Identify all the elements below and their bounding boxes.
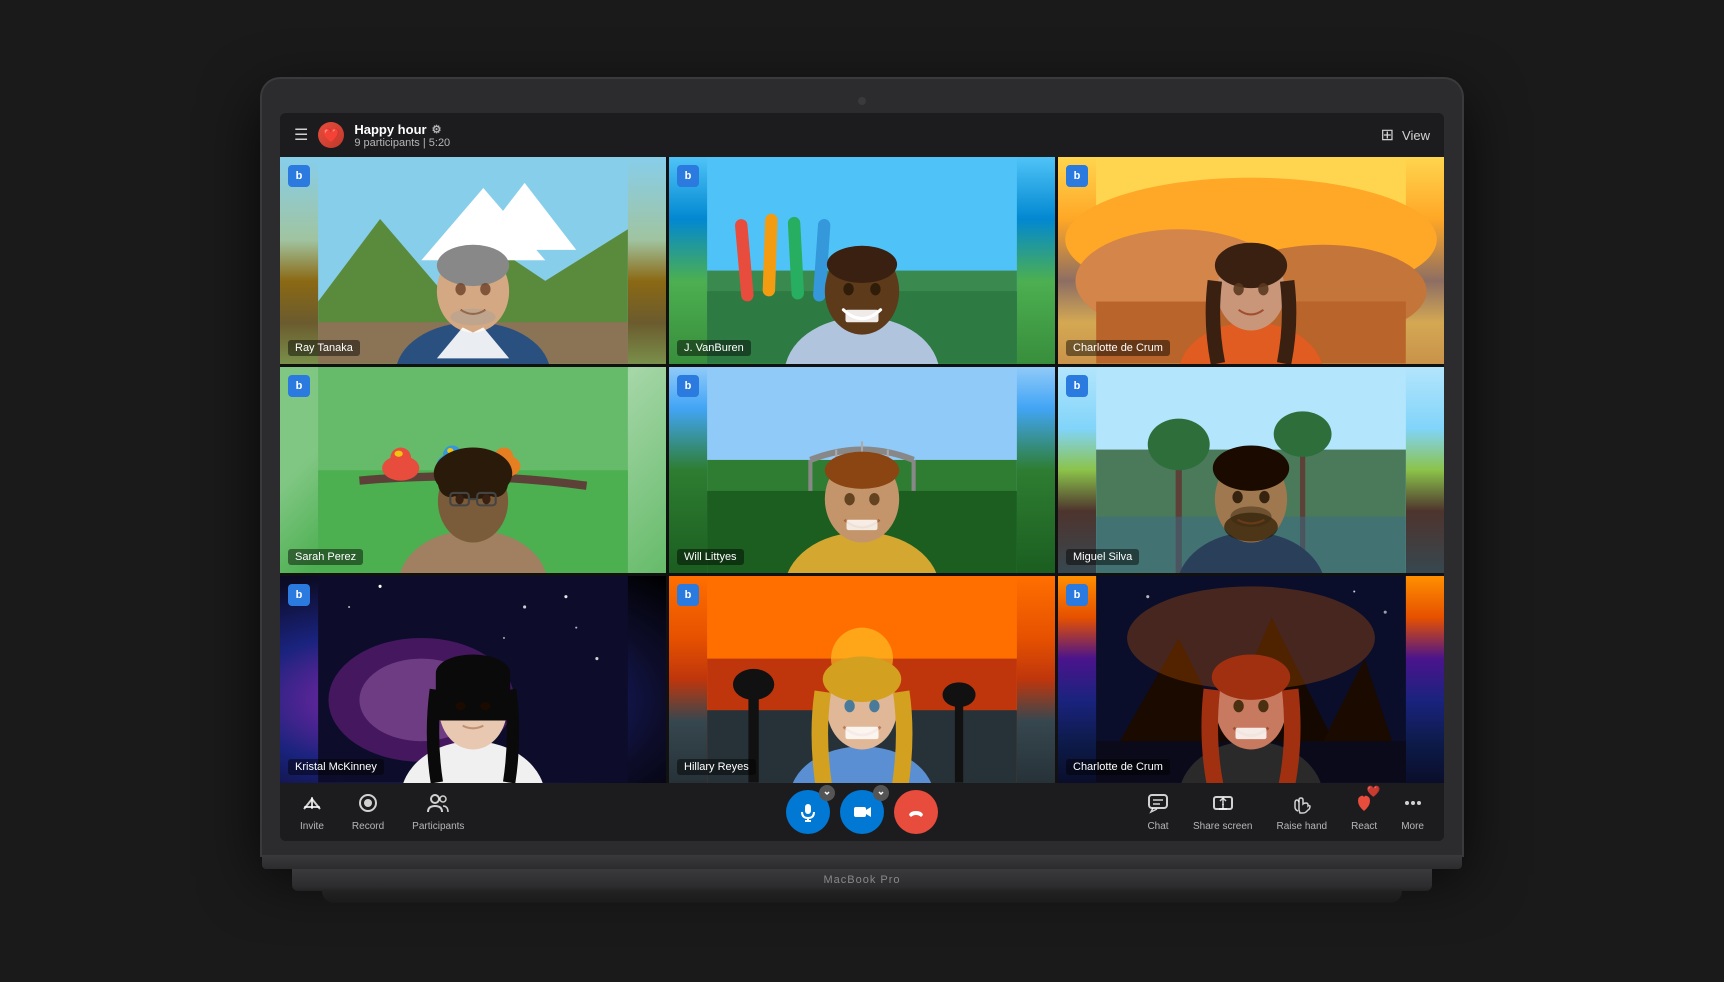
camera-chevron[interactable] [873,785,889,801]
invite-icon [301,792,323,818]
react-icon: ❤️ [1353,792,1375,818]
share-screen-button[interactable]: Share screen [1193,792,1252,832]
participants-icon [426,792,450,818]
participants-label: Participants [412,821,464,832]
meeting-info: Happy hour ⚙ 9 participants | 5:20 [354,122,450,149]
video-cell-miguel: b Miguel Silva [1058,367,1444,574]
screen: ☰ ❤️ Happy hour ⚙ 9 participants | 5:20 [280,113,1444,841]
top-bar: ☰ ❤️ Happy hour ⚙ 9 participants | 5:20 [280,113,1444,157]
participant-name-charlotte1: Charlotte de Crum [1066,340,1170,356]
video-cell-kristal: b Kristal McKinney [280,576,666,783]
video-cell-charlotte2: b Charlotte de Crum [1058,576,1444,783]
record-button[interactable]: Record [352,792,384,832]
toolbar-right: Chat Share screen [1147,792,1424,832]
top-bar-left: ☰ ❤️ Happy hour ⚙ 9 participants | 5:20 [294,122,450,149]
video-cell-will: b Will Littyes [669,367,1055,574]
bing-badge: b [1066,375,1088,397]
end-call-button[interactable] [894,790,938,834]
chat-label: Chat [1147,821,1168,832]
camera-button[interactable] [840,790,884,834]
video-grid: b Ray Tanaka [280,157,1444,783]
more-icon [1402,792,1424,818]
participant-name-vanburen: J. VanBuren [677,340,751,356]
bing-badge: b [1066,584,1088,606]
video-cell-vanburen: b J. VanBuren [669,157,1055,364]
share-screen-label: Share screen [1193,821,1252,832]
laptop-hinge [262,855,1462,869]
bing-badge: b [677,165,699,187]
participant-name-charlotte2: Charlotte de Crum [1066,759,1170,775]
toolbar-left: Invite Record [300,792,464,832]
mic-chevron[interactable] [819,785,835,801]
more-label: More [1401,821,1424,832]
hamburger-icon[interactable]: ☰ [294,125,308,145]
video-cell-sarah: b Sarah Perez [280,367,666,574]
screen-bezel: ☰ ❤️ Happy hour ⚙ 9 participants | 5:20 [262,79,1462,855]
more-button[interactable]: More [1401,792,1424,832]
share-screen-icon [1212,792,1234,818]
view-button[interactable]: ⊞ View [1381,125,1430,145]
bing-badge: b [677,584,699,606]
camera-dot [858,97,866,105]
grid-view-icon: ⊞ [1381,125,1394,145]
participant-name-miguel: Miguel Silva [1066,549,1139,565]
bing-badge: b [1066,165,1088,187]
react-label: React [1351,821,1377,832]
raise-hand-icon [1291,792,1313,818]
invite-button[interactable]: Invite [300,792,324,832]
participant-name-ray: Ray Tanaka [288,340,360,356]
laptop-brand-label: MacBook Pro [823,874,900,886]
bing-badge: b [288,165,310,187]
participant-name-kristal: Kristal McKinney [288,759,384,775]
participant-name-sarah: Sarah Perez [288,549,363,565]
meeting-title: Happy hour ⚙ [354,122,450,137]
meeting-meta: 9 participants | 5:20 [354,137,450,149]
react-button[interactable]: ❤️ React [1351,792,1377,832]
bing-badge: b [288,375,310,397]
raise-hand-label: Raise hand [1276,821,1327,832]
raise-hand-button[interactable]: Raise hand [1276,792,1327,832]
participants-button[interactable]: Participants [412,792,464,832]
gear-icon[interactable]: ⚙ [432,123,442,136]
mic-button[interactable] [786,790,830,834]
toolbar: Invite Record [280,783,1444,841]
laptop-container: ☰ ❤️ Happy hour ⚙ 9 participants | 5:20 [262,79,1462,903]
laptop-base: MacBook Pro [292,869,1432,891]
chat-button[interactable]: Chat [1147,792,1169,832]
participant-name-hillary: Hillary Reyes [677,759,756,775]
bing-badge: b [677,375,699,397]
video-cell-ray-tanaka: b Ray Tanaka [280,157,666,364]
bing-badge: b [288,584,310,606]
invite-label: Invite [300,821,324,832]
record-label: Record [352,821,384,832]
video-cell-hillary: b Hillary Reyes [669,576,1055,783]
toolbar-center [786,790,938,834]
participant-name-will: Will Littyes [677,549,744,565]
video-cell-charlotte1: b Charlotte de Crum [1058,157,1444,364]
chat-icon [1147,792,1169,818]
meeting-logo: ❤️ [318,122,344,148]
laptop-base-bottom [322,891,1402,903]
record-icon [357,792,379,818]
